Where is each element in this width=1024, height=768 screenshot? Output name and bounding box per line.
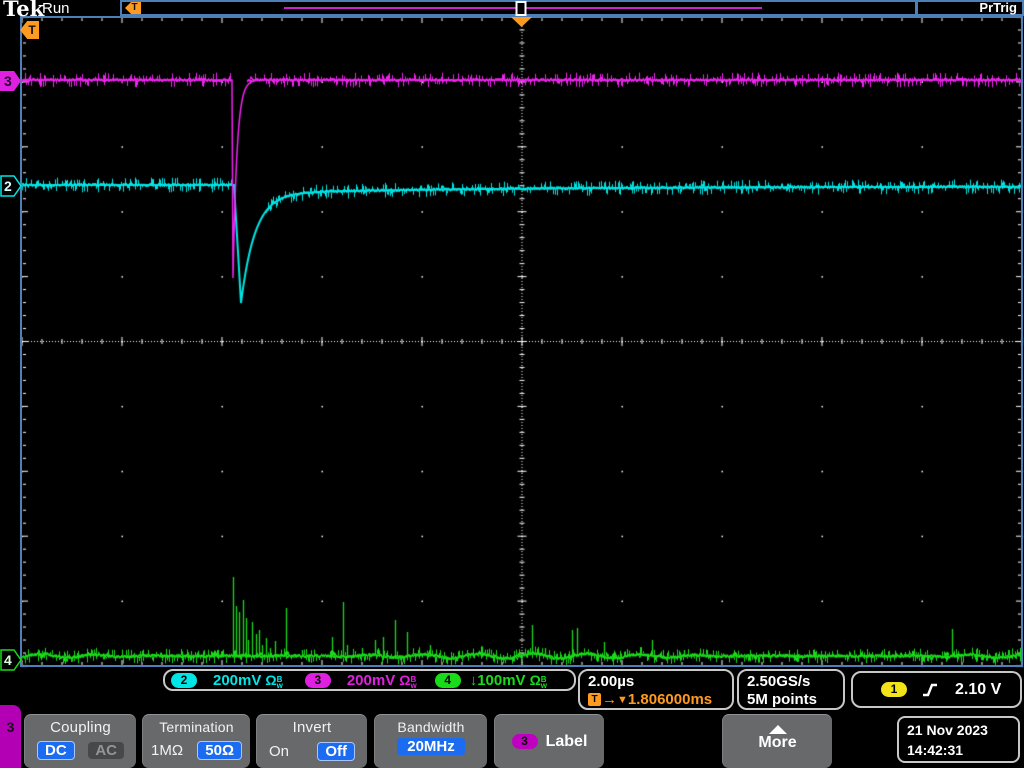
termination-title: Termination — [159, 719, 234, 735]
svg-text:4: 4 — [4, 652, 12, 668]
coupling-title: Coupling — [50, 719, 111, 736]
invert-off-option[interactable]: Off — [317, 742, 355, 761]
trigger-t-icon: T — [588, 693, 601, 706]
channel2-position-marker[interactable]: 2 — [0, 174, 23, 198]
coupling-button[interactable]: Coupling DC AC — [24, 714, 136, 768]
ch4-scale: 100mV — [477, 671, 526, 689]
acquisition-preview-bar: T — [120, 0, 917, 16]
bandwidth-title: Bandwidth — [397, 719, 465, 735]
oscilloscope-screen: Tek Run T PrTrig T 3 2 4 2 200mV ΩBw 3 2… — [0, 0, 1024, 768]
delay-marker-icon: ▼ — [617, 693, 628, 706]
invert-button[interactable]: Invert On Off — [256, 714, 367, 768]
more-up-arrow-icon — [768, 725, 787, 734]
trigger-delay: T → ▼ 1.806000ms — [588, 691, 732, 708]
trigger-source-badge: 1 — [881, 682, 907, 697]
termination-50-option[interactable]: 50Ω — [197, 741, 242, 760]
invert-title: Invert — [292, 719, 332, 736]
svg-text:3: 3 — [4, 73, 12, 89]
tek-logo: Tek — [3, 0, 45, 21]
date-text: 21 Nov 2023 — [907, 722, 988, 738]
sample-rate: 2.50GS/s — [747, 673, 811, 690]
more-text: More — [758, 734, 797, 751]
ch3-scale: 200mV — [346, 671, 396, 689]
waveform-canvas — [0, 0, 1024, 768]
label-text: Label — [545, 732, 588, 750]
channel3-position-marker[interactable]: 3 — [0, 69, 23, 93]
ch3-badge: 3 — [304, 672, 331, 688]
coupling-dc-option[interactable]: DC — [37, 741, 75, 760]
time-text: 14:42:31 — [907, 742, 964, 758]
timebase-scale: 2.00µs — [588, 673, 635, 690]
acquisition-status: Run — [42, 0, 70, 17]
record-length: 5M points — [747, 691, 817, 708]
coupling-ac-option[interactable]: AC — [88, 742, 124, 759]
invert-on-option[interactable]: On — [269, 742, 289, 761]
trigger-level-value: 2.10 V — [955, 680, 1002, 698]
label-channel-badge: 3 — [511, 734, 538, 749]
label-button[interactable]: 3 Label — [494, 714, 604, 768]
bandwidth-button[interactable]: Bandwidth 20MHz — [374, 714, 487, 768]
ch3-termination-icon: ΩBw — [399, 671, 417, 690]
ch4-invert-arrow: ↓ — [469, 671, 478, 689]
timebase-readout: 2.00µs T → ▼ 1.806000ms — [578, 669, 734, 710]
trigger-position-ibeam-icon[interactable] — [515, 1, 527, 17]
datetime-display: 21 Nov 2023 14:42:31 — [897, 716, 1020, 763]
rising-edge-icon — [923, 683, 937, 696]
pretrigger-status: PrTrig — [916, 0, 1024, 16]
bandwidth-value[interactable]: 20MHz — [397, 738, 465, 755]
termination-button[interactable]: Termination 1MΩ 50Ω — [142, 714, 250, 768]
more-button[interactable]: More — [722, 714, 832, 768]
ch4-termination-icon: ΩBw — [529, 671, 548, 690]
ch2-scale: 200mV — [213, 671, 262, 689]
trigger-flag-icon: T — [125, 2, 141, 14]
acquisition-readout: 2.50GS/s 5M points — [737, 669, 845, 710]
termination-1m-option[interactable]: 1MΩ — [151, 741, 183, 760]
trigger-readout: 1 2.10 V — [851, 671, 1022, 708]
menu-channel-tab: 3 — [0, 705, 21, 768]
ch4-badge: 4 — [434, 672, 461, 688]
ch2-termination-icon: ΩBw — [265, 671, 283, 690]
ch2-badge: 2 — [171, 672, 197, 688]
svg-text:2: 2 — [4, 178, 12, 194]
channel-readouts: 2 200mV ΩBw 3 200mV ΩBw 4 ↓ 100mV ΩBw — [163, 669, 576, 691]
channel4-position-marker[interactable]: 4 — [0, 648, 23, 672]
